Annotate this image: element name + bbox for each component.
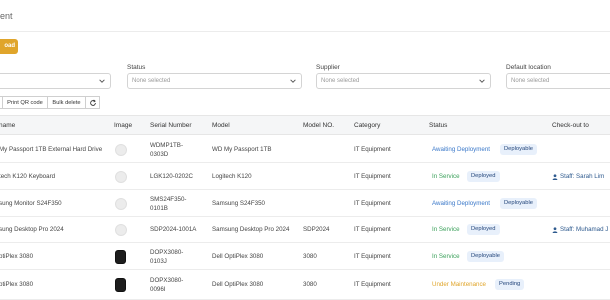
serial-number-line2: 0103J [150,258,167,265]
table-row[interactable]: sung Monitor S24F350 SMS24F350- 0101B Samsu… [0,190,610,217]
model-number: SDP2024 [303,226,330,233]
asset-thumbnail[interactable] [115,198,127,210]
upload-button[interactable]: oad [0,39,18,54]
serial-number-line1: WDMP1TB- [150,142,183,149]
bulk-delete-button[interactable]: Bulk delete [48,96,86,109]
column-header-checkout[interactable]: Check-out to [552,122,589,129]
checkout-assignee[interactable]: Staff: Sarah Lim [552,172,604,181]
serial-number: LGK120-0202C [150,173,193,180]
print-qr-button[interactable]: Print QR code [3,96,48,109]
supplier-filter-label: Supplier [316,64,340,71]
model-number: 3080 [303,281,317,288]
header-divider [0,31,610,32]
table-row[interactable]: ptiPlex 3080 DOPX3080- 0096I Dell OptiPlex … [0,270,610,300]
asset-thumbnail[interactable] [115,144,127,156]
refresh-button[interactable] [86,96,100,109]
asset-thumbnail[interactable] [115,278,126,292]
user-icon [552,173,558,180]
status-badge: Pending [495,279,525,290]
serial-number-line1: DOPX3080- [150,277,184,284]
checkout-assignee[interactable]: Staff: Muhamad J [552,225,608,234]
model-name: Dell OptiPlex 3080 [212,281,264,288]
column-header-serial[interactable]: Serial Number [150,122,192,129]
asset-name[interactable]: sung Desktop Pro 2024 [0,225,64,234]
status-filter-label: Status [127,64,146,71]
serial-number-line2: 0096I [150,286,166,293]
status-filter-select[interactable]: None selected [127,73,302,89]
asset-thumbnail[interactable] [115,171,127,183]
category: IT Equipment [354,253,391,260]
category: IT Equipment [354,281,391,288]
model-name: Samsung S24F350 [212,200,265,207]
location-filter-placeholder: None selected [511,78,550,84]
bulk-toolbar: Print QR code Bulk delete [0,96,100,109]
asset-thumbnail[interactable] [115,224,127,236]
status-text: Under Maintenance [432,281,487,288]
status-badge: Deployable [467,251,505,262]
category: IT Equipment [354,226,391,233]
model-name: Logitech K120 [212,173,252,180]
asset-name[interactable]: ptiPlex 3080 [0,252,33,261]
serial-number: SDP2024-1001A [150,226,197,233]
column-header-model[interactable]: Model [212,122,230,129]
status-text: Awaiting Deployment [432,200,491,207]
supplier-filter-placeholder: None selected [321,78,360,84]
supplier-filter-select[interactable]: None selected [316,73,491,89]
column-header-category[interactable]: Category [354,122,380,129]
status-badge: Deployable [500,198,538,209]
status-text: In Service [432,253,460,260]
table-header: name Image Serial Number Model Model NO.… [0,115,610,135]
chevron-down-icon [479,79,485,83]
asset-name[interactable]: sung Monitor S24F350 [0,199,62,208]
chevron-down-icon [99,79,105,83]
location-filter-label: Default location [506,64,551,71]
status-badge: Deployed [467,171,500,182]
checkout-assignee-label: Staff: Muhamad J [560,226,609,233]
table-row[interactable]: ptiPlex 3080 DOPX3080- 0103J Dell OptiPlex … [0,243,610,270]
model-name: Samsung Desktop Pro 2024 [212,226,290,233]
model-name: Dell OptiPlex 3080 [212,253,264,260]
column-header-image[interactable]: Image [114,122,132,129]
serial-number-line2: 0101B [150,205,168,212]
table-row[interactable]: sung Desktop Pro 2024 SDP2024-1001A Samsun… [0,217,610,243]
model-name: WD My Passport 1TB [212,146,272,153]
column-header-model-no[interactable]: Model NO. [303,122,334,129]
asset-name[interactable]: tech K120 Keyboard [0,172,55,181]
status-badge: Deployed [467,224,500,235]
status-badge: Deployable [500,144,538,155]
table-row[interactable]: tech K120 Keyboard LGK120-0202C Logitech K… [0,163,610,190]
column-header-name[interactable]: name [0,122,15,129]
category: IT Equipment [354,200,391,207]
serial-number-line1: SMS24F350- [150,196,187,203]
refresh-icon [89,99,96,106]
table-row[interactable]: My Passport 1TB External Hard Drive WDMP1… [0,136,610,163]
first-filter-select[interactable] [0,73,111,89]
serial-number-line1: DOPX3080- [150,249,184,256]
category: IT Equipment [354,173,391,180]
user-icon [552,226,558,233]
status-text: Awaiting Deployment [432,146,491,153]
status-text: In Service [432,226,460,233]
checkout-assignee-label: Staff: Sarah Lim [560,173,605,180]
asset-name[interactable]: ptiPlex 3080 [0,280,33,289]
chevron-down-icon [290,79,296,83]
serial-number-line2: 0303D [150,151,169,158]
asset-thumbnail[interactable] [115,250,126,264]
location-filter-select[interactable]: None selected [506,73,610,89]
status-text: In Service [432,173,460,180]
model-number: 3080 [303,253,317,260]
page-title: ent [0,11,13,21]
column-header-status[interactable]: Status [429,122,447,129]
asset-name[interactable]: My Passport 1TB External Hard Drive [0,145,102,154]
status-filter-placeholder: None selected [132,78,171,84]
category: IT Equipment [354,146,391,153]
